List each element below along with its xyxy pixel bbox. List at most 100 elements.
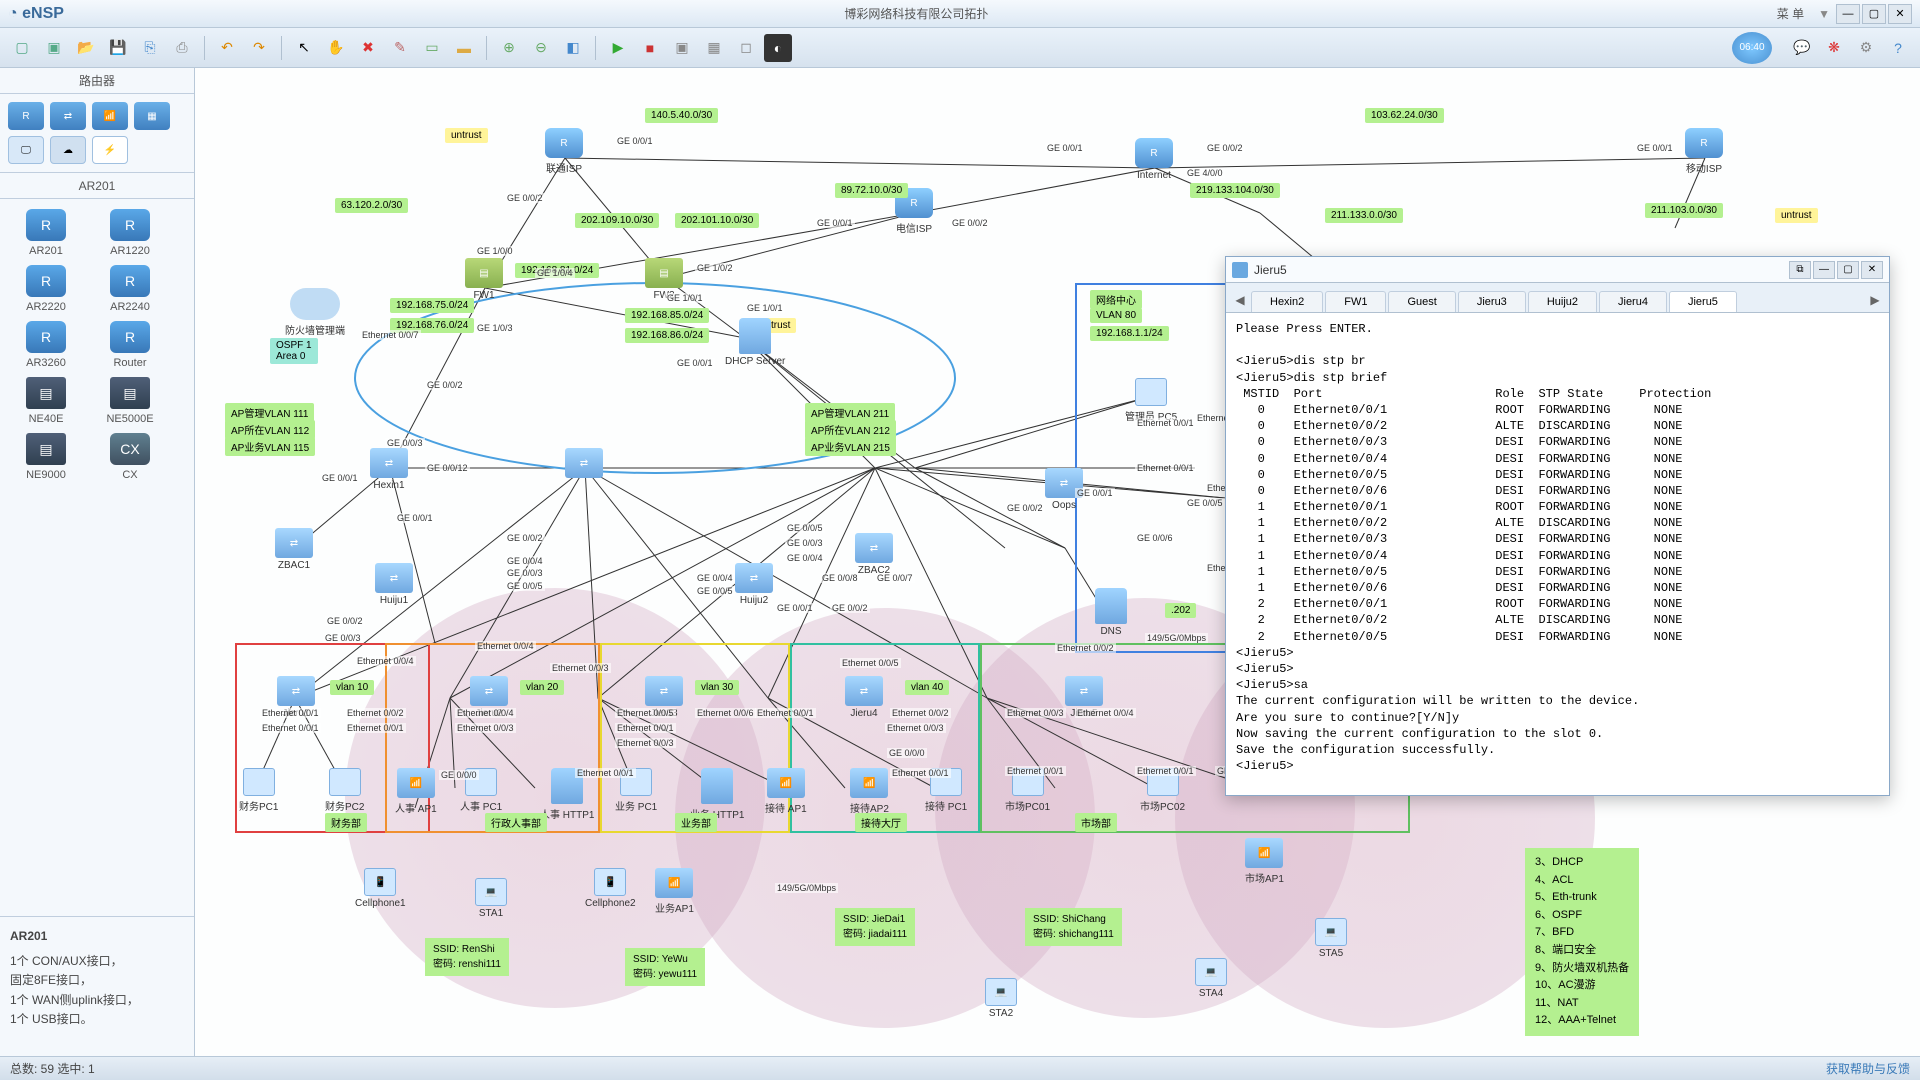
node-huiju1[interactable]: ⇄Huiju1 [375,563,413,606]
terminal-close-button[interactable]: ✕ [1861,261,1883,279]
node-huiju2[interactable]: ⇄Huiju2 [735,563,773,606]
terminal-tab-hexin2[interactable]: Hexin2 [1251,291,1323,312]
zoomout-icon[interactable]: ⊖ [527,34,555,62]
node-liantong-isp[interactable]: R联通ISP [545,128,583,175]
terminal-output[interactable]: Please Press ENTER. <Jieru5>dis stp br <… [1226,313,1889,795]
terminal-expand-button[interactable]: ⧉ [1789,261,1811,279]
node-fw-mgr[interactable]: 防火墙管理端 [285,288,345,337]
undo-icon[interactable]: ↶ [213,34,241,62]
terminal-tab-jieru5[interactable]: Jieru5 [1669,291,1737,312]
pc-category-icon[interactable]: 🖵 [8,136,44,164]
node-fw1[interactable]: ▤FW1 [465,258,503,301]
menu-label[interactable]: 菜 单 [1769,5,1812,22]
minimize-button[interactable]: — [1836,4,1860,24]
zoomin-icon[interactable]: ⊕ [495,34,523,62]
model-ne5000e[interactable]: ▤NE5000E [100,377,160,425]
terminal-tab-jieru4[interactable]: Jieru4 [1599,291,1667,312]
node-sta2[interactable]: 💻STA2 [985,978,1017,1019]
terminal-tab-guest[interactable]: Guest [1388,291,1455,312]
node-sta5[interactable]: 💻STA5 [1315,918,1347,959]
node-sc-ap1[interactable]: 📶市场AP1 [1245,838,1284,885]
menu-dropdown-icon[interactable]: ▼ [1818,7,1830,21]
fit-icon[interactable]: ◧ [559,34,587,62]
status-count: 总数: 59 选中: 1 [10,1060,95,1077]
broom-icon[interactable]: ✎ [386,34,414,62]
capture-icon[interactable]: ▣ [668,34,696,62]
firewall-category-icon[interactable]: ▦ [134,102,170,130]
huawei-icon[interactable]: ❋ [1820,34,1848,62]
port-label: GE 0/0/3 [505,568,545,578]
node-hexin2[interactable]: ⇄ [565,448,603,480]
open-icon[interactable]: 📂 [72,34,100,62]
node-cellphone1[interactable]: 📱Cellphone1 [355,868,406,909]
switch-category-icon[interactable]: ⇄ [50,102,86,130]
start-icon[interactable]: ▶ [604,34,632,62]
port-label: Ethernet 0/0/1 [1135,766,1196,776]
node-zbac1[interactable]: ⇄ZBAC1 [275,528,313,571]
settings-icon[interactable]: ⚙ [1852,34,1880,62]
terminal-tab-huiju2[interactable]: Huiju2 [1528,291,1597,312]
notes-box: 3、DHCP4、ACL5、Eth-trunk6、OSPF7、BFD8、端口安全9… [1525,848,1639,1036]
terminal-window[interactable]: Jieru5 ⧉ — ▢ ✕ ◀ Hexin2FW1GuestJieru3Hui… [1225,256,1890,796]
node-zbac2[interactable]: ⇄ZBAC2 [855,533,893,576]
saveas-icon[interactable]: ⎘ [136,34,164,62]
redo-icon[interactable]: ↷ [245,34,273,62]
model-ar2240[interactable]: RAR2240 [100,265,160,313]
delete-icon[interactable]: ✖ [354,34,382,62]
terminal-tab-jieru3[interactable]: Jieru3 [1458,291,1526,312]
grid-icon[interactable]: ▦ [700,34,728,62]
port-label: GE 0/0/4 [695,573,735,583]
model-ar1220[interactable]: RAR1220 [100,209,160,257]
pointer-icon[interactable]: ↖ [290,34,318,62]
maximize-button[interactable]: ▢ [1862,4,1886,24]
window-icon[interactable]: ◻ [732,34,760,62]
model-ne40e[interactable]: ▤NE40E [16,377,76,425]
terminal-maximize-button[interactable]: ▢ [1837,261,1859,279]
node-sta4[interactable]: 💻STA4 [1195,958,1227,999]
print-icon[interactable]: ⎙ [168,34,196,62]
text-icon[interactable]: ▭ [418,34,446,62]
help-icon[interactable]: ? [1884,34,1912,62]
new-icon[interactable]: ▢ [8,34,36,62]
node-renshi-ap[interactable]: 📶人事 AP1 [395,768,437,815]
terminal-minimize-button[interactable]: — [1813,261,1835,279]
model-ne9000[interactable]: ▤NE9000 [16,433,76,481]
node-dns[interactable]: DNS [1095,588,1127,637]
toggle-icon[interactable]: ◐ [764,34,792,62]
pan-icon[interactable]: ✋ [322,34,350,62]
wlan-category-icon[interactable]: 📶 [92,102,128,130]
model-ar201[interactable]: RAR201 [16,209,76,257]
tabs-prev-icon[interactable]: ◀ [1230,288,1250,312]
node-admin-pc[interactable]: 管理员 PC5 [1125,378,1177,423]
tag-ip: .202 [1165,603,1196,618]
node-cellphone2[interactable]: 📱Cellphone2 [585,868,636,909]
close-button[interactable]: ✕ [1888,4,1912,24]
model-cx[interactable]: CXCX [100,433,160,481]
stop-icon[interactable]: ■ [636,34,664,62]
model-router[interactable]: RRouter [100,321,160,369]
tabs-next-icon[interactable]: ▶ [1865,288,1885,312]
terminal-titlebar[interactable]: Jieru5 ⧉ — ▢ ✕ [1226,257,1889,283]
save-icon[interactable]: 💾 [104,34,132,62]
node-internet[interactable]: RInternet [1135,138,1173,181]
status-help-link[interactable]: 获取帮助与反馈 [1826,1060,1910,1077]
node-yidong-isp[interactable]: R移动ISP [1685,128,1723,175]
node-sta1[interactable]: 💻STA1 [475,878,507,919]
cloud-category-icon[interactable]: ☁ [50,136,86,164]
node-jiedai-ap1[interactable]: 📶接待 AP1 [765,768,807,815]
model-ar3260[interactable]: RAR3260 [16,321,76,369]
node-jiedai-ap2[interactable]: 📶接待AP2 [850,768,889,815]
new-topo-icon[interactable]: ▣ [40,34,68,62]
palette-icon[interactable]: ▬ [450,34,478,62]
node-yewu-ap[interactable]: 📶业务AP1 [655,868,694,915]
model-ar2220[interactable]: RAR2220 [16,265,76,313]
node-caiwu-pc1[interactable]: 财务PC1 [239,768,278,813]
node-caiwu-pc2[interactable]: 财务PC2 [325,768,364,813]
node-dhcp[interactable]: DHCP Server [725,318,785,367]
node-hexin1[interactable]: ⇄Hexin1 [370,448,408,491]
router-category-icon[interactable]: R [8,102,44,130]
terminal-tab-fw1[interactable]: FW1 [1325,291,1386,312]
feedback-icon[interactable]: 💬 [1788,34,1816,62]
node-jieru4[interactable]: ⇄Jieru4 [845,676,883,719]
connection-category-icon[interactable]: ⚡ [92,136,128,164]
